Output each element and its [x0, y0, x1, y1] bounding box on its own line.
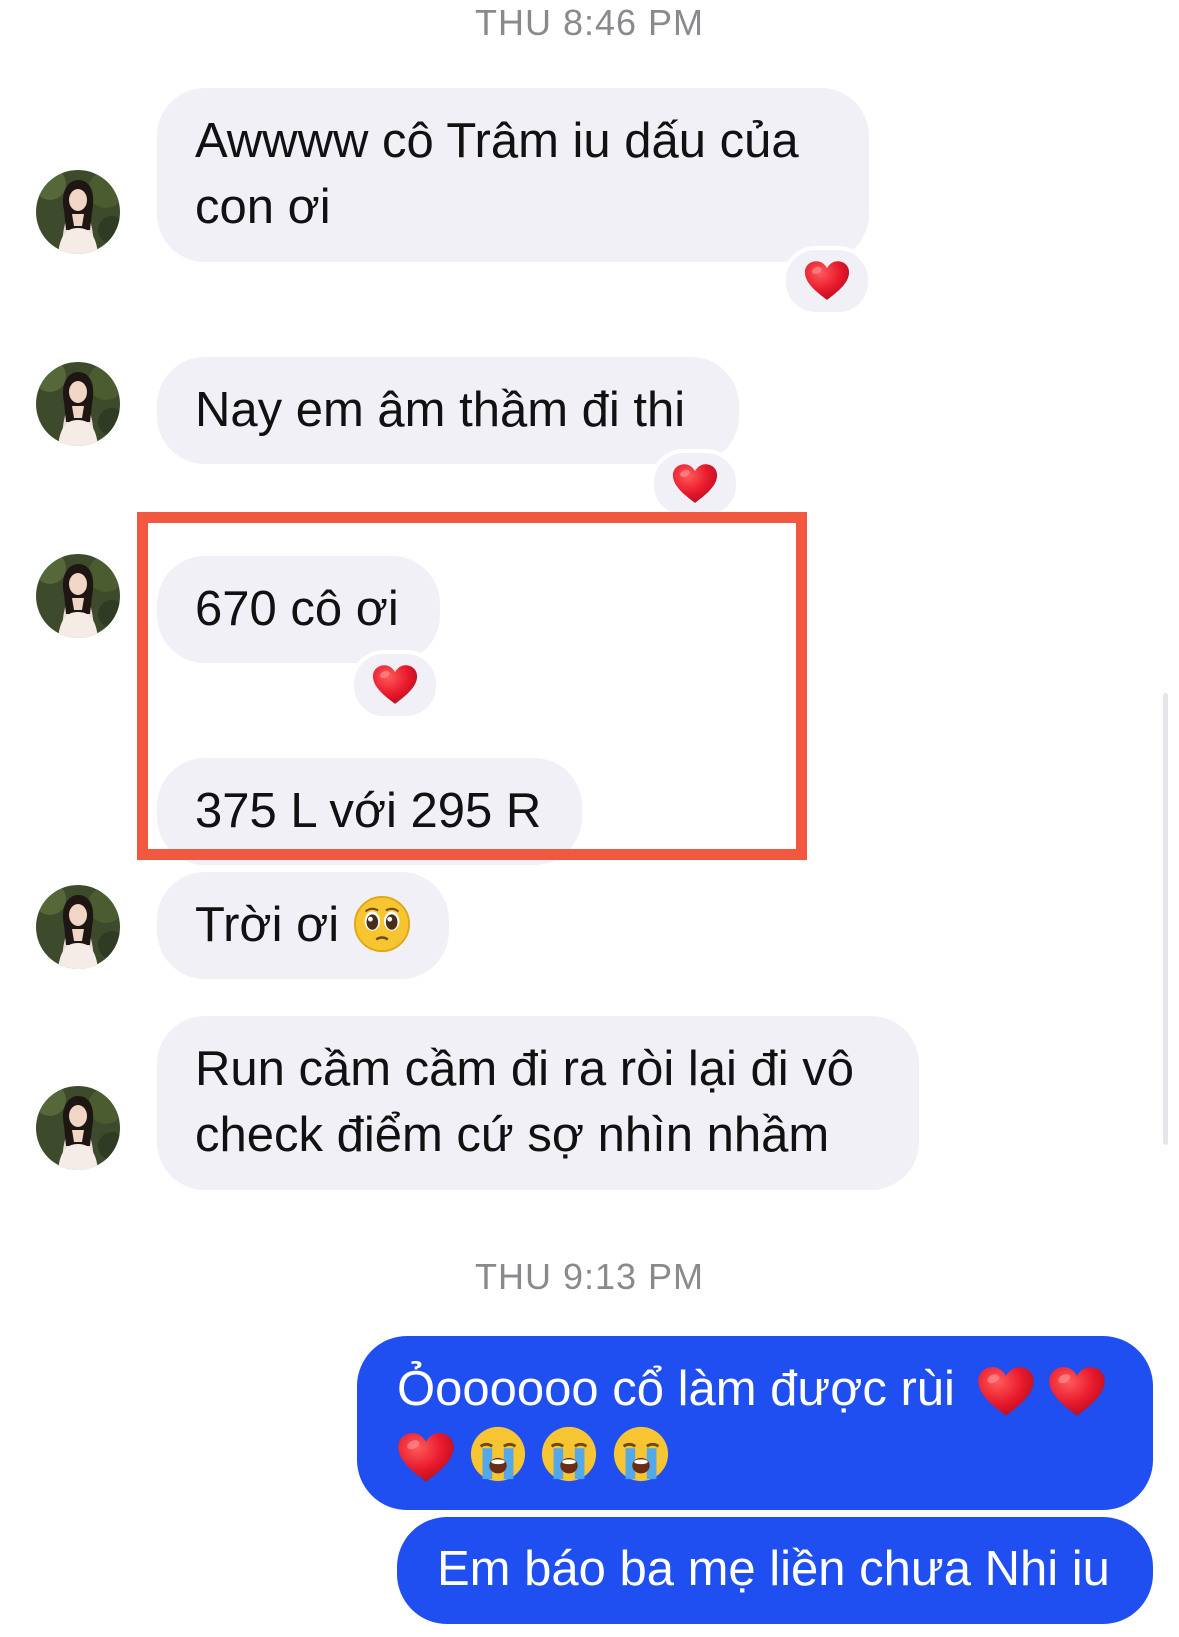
incoming-message-bubble[interactable]: Nay em âm thầm đi thi: [157, 357, 739, 464]
incoming-message-bubble[interactable]: 670 cô ơi: [157, 556, 440, 663]
crying-face-icon: [470, 1426, 525, 1482]
avatar[interactable]: [36, 554, 120, 638]
reaction-badge[interactable]: [650, 449, 740, 519]
heart-icon: [977, 1366, 1035, 1418]
message-text-line: Run cầm cầm đi ra ròi lại đi vô: [195, 1042, 855, 1096]
message-text-line: con ơi: [195, 180, 331, 234]
message-text-line: Awwww cô Trâm iu dấu của: [195, 114, 799, 168]
message-text-line: 670 cô ơi: [195, 582, 399, 636]
incoming-message-bubble[interactable]: Trời ơi: [157, 872, 449, 979]
crying-face-icon: [613, 1426, 668, 1482]
outgoing-message-bubble[interactable]: Ỏoooooo cổ làm được rùi: [357, 1336, 1153, 1510]
message-text-line: Nay em âm thầm đi thi: [195, 383, 686, 437]
heart-icon: [672, 463, 718, 505]
avatar[interactable]: [36, 170, 120, 254]
message-text-line: 375 L với 295 R: [195, 784, 542, 838]
avatar[interactable]: [36, 362, 120, 446]
message-text: Trời ơi: [195, 898, 340, 952]
reaction-badge[interactable]: [782, 246, 872, 316]
avatar[interactable]: [36, 1086, 120, 1170]
incoming-message-bubble[interactable]: Run cầm cầm đi ra ròi lại đi vô check đi…: [157, 1016, 919, 1190]
message-text: Ỏoooooo cổ làm được rùi: [397, 1362, 955, 1416]
heart-icon: [1048, 1366, 1106, 1418]
timestamp: THU 8:46 PM: [474, 2, 705, 43]
avatar[interactable]: [36, 885, 120, 969]
incoming-message-bubble[interactable]: 375 L với 295 R: [157, 758, 582, 865]
crying-face-icon: [542, 1426, 597, 1482]
incoming-message-bubble[interactable]: Awwww cô Trâm iu dấu của con ơi: [157, 88, 869, 262]
scrollbar[interactable]: [1163, 693, 1168, 1145]
outgoing-message-bubble[interactable]: Em báo ba mẹ liền chưa Nhi iu: [397, 1517, 1153, 1624]
heart-icon: [397, 1432, 455, 1484]
timestamp: THU 9:13 PM: [474, 1256, 705, 1297]
heart-icon: [804, 260, 850, 302]
pleading-face-icon: [353, 896, 410, 953]
message-text-line: check điểm cứ sợ nhìn nhầm: [195, 1108, 830, 1162]
reaction-badge[interactable]: [350, 650, 440, 720]
message-text: Em báo ba mẹ liền chưa Nhi iu: [437, 1542, 1110, 1596]
heart-icon: [372, 664, 418, 706]
